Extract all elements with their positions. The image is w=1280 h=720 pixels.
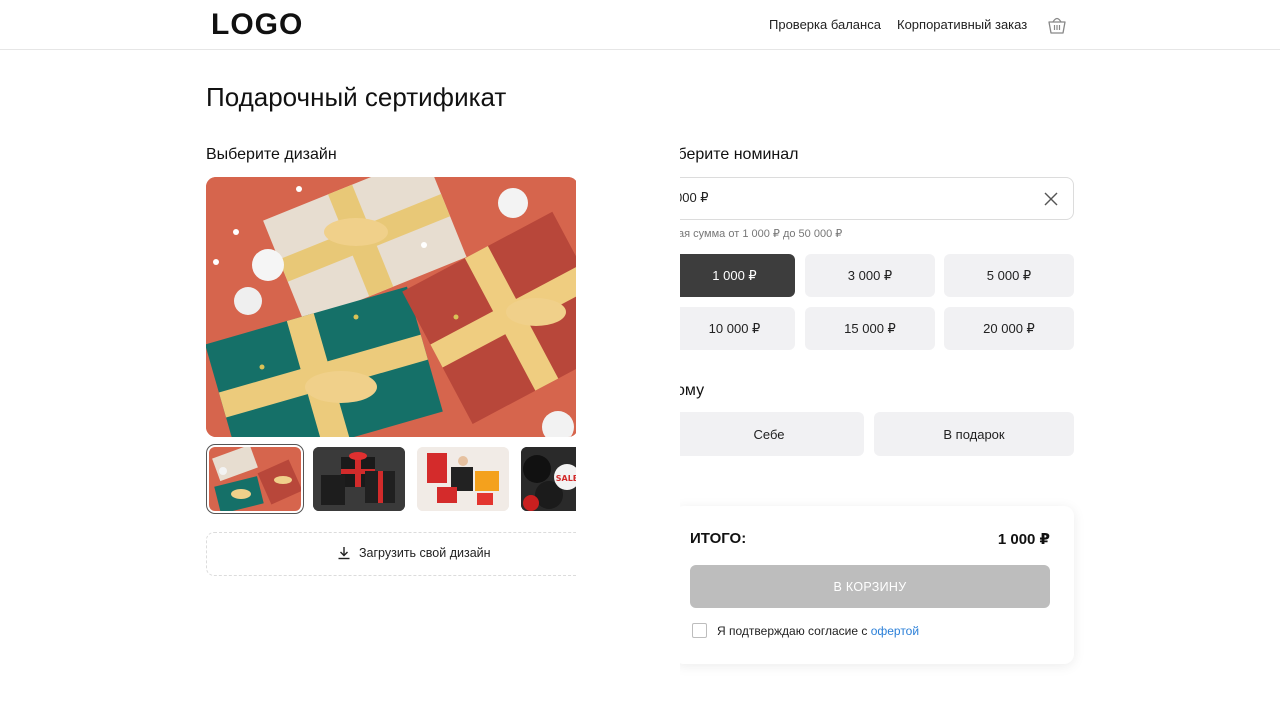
total-label: ИТОГО: (690, 530, 747, 547)
nav-corporate-order[interactable]: Корпоративный заказ (897, 16, 1027, 34)
nominal-option-20000[interactable]: 20 000 ₽ (944, 307, 1074, 350)
nominal-option-15000[interactable]: 15 000 ₽ (805, 307, 935, 350)
site-header: LOGO Проверка баланса Корпоративный зака… (0, 0, 1280, 50)
agree-checkbox[interactable] (692, 623, 707, 638)
amount-input[interactable]: 000 ₽ (680, 177, 1074, 220)
design-thumbnail-2[interactable] (313, 447, 405, 511)
recipient-gift-button[interactable]: В подарок (874, 412, 1074, 456)
design-panel: SALE Загрузить свой дизайн (206, 177, 576, 587)
nav-check-balance[interactable]: Проверка баланса (769, 16, 881, 34)
upload-design-button[interactable]: Загрузить свой дизайн (206, 532, 576, 576)
download-icon (338, 547, 350, 560)
page-title: Подарочный сертификат (206, 82, 507, 112)
design-preview-image (206, 177, 576, 437)
sale-text: SALE (556, 474, 576, 483)
order-summary-card: ИТОГО: 1 000 ₽ В КОРЗИНУ Я подтверждаю с… (680, 506, 1074, 664)
order-panel: ыберите номинал 000 ₽ бая сумма от 1 000… (680, 140, 1100, 700)
upload-design-label: Загрузить свой дизайн (359, 546, 491, 560)
logo[interactable]: LOGO (211, 8, 303, 42)
add-to-cart-button[interactable]: В КОРЗИНУ (690, 565, 1050, 608)
design-thumbnail-4[interactable]: SALE (521, 447, 576, 511)
nominal-option-1000[interactable]: 1 000 ₽ (680, 254, 795, 297)
amount-hint: бая сумма от 1 000 ₽ до 50 000 ₽ (680, 228, 843, 240)
nominal-option-5000[interactable]: 5 000 ₽ (944, 254, 1074, 297)
total-value: 1 000 ₽ (997, 531, 1050, 548)
amount-input-value: 000 ₽ (680, 190, 709, 205)
design-thumbnail-1[interactable] (206, 444, 304, 514)
choose-design-label: Выберите дизайн (206, 146, 337, 163)
offer-link[interactable]: офертой (871, 624, 919, 638)
recipient-label: ому (680, 382, 705, 399)
agree-text: Я подтверждаю согласие с (717, 623, 871, 638)
nominal-option-10000[interactable]: 10 000 ₽ (680, 307, 795, 350)
offer-agreement-row: Я подтверждаю согласие с офертой (692, 623, 919, 638)
close-icon[interactable] (1043, 191, 1059, 207)
choose-nominal-label: ыберите номинал (680, 146, 799, 163)
recipient-self-button[interactable]: Себе (680, 412, 864, 456)
design-thumbnail-3[interactable] (417, 447, 509, 511)
basket-icon[interactable] (1046, 14, 1068, 36)
nominal-option-3000[interactable]: 3 000 ₽ (805, 254, 935, 297)
